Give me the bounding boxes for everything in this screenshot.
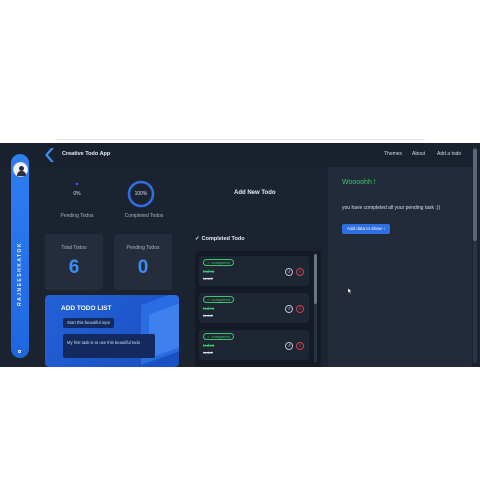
add-data-button[interactable]: Add data to show ↑ xyxy=(342,224,391,234)
pending-todos-card: Pending Todos 0 xyxy=(114,234,172,290)
todo-description: todo1 xyxy=(203,350,214,355)
delete-icon[interactable]: ✕ xyxy=(296,342,304,350)
list-scrollbar-thumb[interactable] xyxy=(314,254,317,304)
todo-description: todo1 xyxy=(203,276,214,281)
delete-icon[interactable]: ✕ xyxy=(296,268,304,276)
completed-todos-label: Completed Todos xyxy=(124,213,164,219)
status-message: you have completed all your pending task… xyxy=(342,205,441,211)
todo-list-item[interactable]: My first task is to use this beautiful t… xyxy=(63,334,155,358)
page-divider xyxy=(55,139,425,140)
completed-todo-header-text: Completed Todo xyxy=(201,236,245,242)
sidebar: RAJNEESHKATOK xyxy=(11,154,29,358)
status-badge-text: completed xyxy=(211,334,230,339)
list-item: ✓ completed todo1 todo1 ↺ ✕ xyxy=(199,330,309,360)
todo-title: todo1 xyxy=(203,269,215,274)
delete-icon[interactable]: ✕ xyxy=(296,305,304,313)
app-title: Creative Todo App xyxy=(62,151,111,157)
card-value: 6 xyxy=(68,257,80,278)
nav-link-add-todo[interactable]: Add a todo xyxy=(437,151,461,157)
avatar-body xyxy=(16,171,26,176)
status-panel: Woooohh ! you have completed all your pe… xyxy=(328,167,472,367)
navbar: Creative Todo App Themes About Add a tod… xyxy=(0,143,480,167)
status-badge: ✓ completed xyxy=(203,333,234,340)
check-icon: ✓ xyxy=(195,236,200,242)
avatar[interactable] xyxy=(12,162,28,177)
todo-title: todo1 xyxy=(203,306,215,311)
nav-link-themes[interactable]: Themes xyxy=(384,151,402,157)
logout-icon[interactable] xyxy=(18,350,21,353)
restore-icon[interactable]: ↺ xyxy=(285,268,293,276)
status-badge: ✓ completed xyxy=(203,259,234,266)
card-value: 0 xyxy=(137,257,149,278)
mouse-cursor-icon xyxy=(348,288,352,294)
completed-percent: 100% xyxy=(134,191,148,197)
restore-icon[interactable]: ↺ xyxy=(285,305,293,313)
total-todos-card: Total Todos 6 xyxy=(45,234,103,290)
sidebar-username-text: RAJNEESHKATOK xyxy=(17,241,24,307)
todo-description: todo1 xyxy=(203,313,214,318)
page-scrollbar-thumb[interactable] xyxy=(473,149,477,241)
list-item: ✓ completed todo1 todo1 ↺ ✕ xyxy=(199,293,309,323)
app-window: Creative Todo App Themes About Add a tod… xyxy=(0,143,480,367)
completed-todo-list: ✓ completed todo1 todo1 ↺ ✕ ✓ completed … xyxy=(195,251,321,367)
add-todo-list-panel: ADD TODO LIST Start this beautiful repo … xyxy=(45,295,179,367)
add-todo-list-title: ADD TODO LIST xyxy=(61,305,112,312)
todo-list-item[interactable]: Start this beautiful repo xyxy=(63,318,115,328)
status-heading: Woooohh ! xyxy=(342,179,376,186)
app-logo-icon xyxy=(45,148,54,162)
status-badge: ✓ completed xyxy=(203,296,234,303)
card-title: Total Todos xyxy=(61,245,87,251)
add-new-todo-title: Add New Todo xyxy=(234,190,276,196)
pending-percent: 0% xyxy=(73,191,81,197)
restore-icon[interactable]: ↺ xyxy=(285,342,293,350)
sidebar-username: RAJNEESHKATOK xyxy=(14,219,26,329)
todo-title: todo1 xyxy=(203,343,215,348)
list-item: ✓ completed todo1 todo1 ↺ ✕ xyxy=(199,256,309,286)
nav-link-about[interactable]: About xyxy=(412,151,425,157)
pending-progress-ring xyxy=(75,182,79,186)
completed-todo-header: ✓ Completed Todo xyxy=(195,236,245,242)
card-title: Pending Todos xyxy=(126,245,160,251)
status-badge-text: completed xyxy=(211,260,230,265)
status-badge-text: completed xyxy=(211,297,230,302)
pending-todos-label: Pending Todos xyxy=(60,213,94,219)
